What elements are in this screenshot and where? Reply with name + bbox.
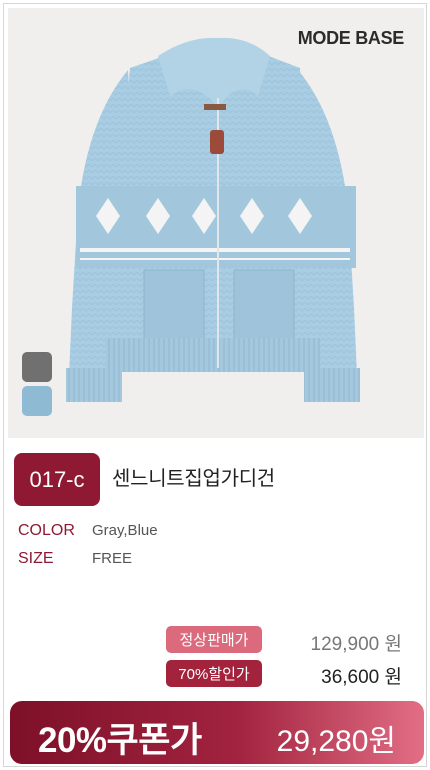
color-label: COLOR bbox=[18, 522, 75, 539]
coupon-price-banner[interactable]: 20%쿠폰가 29,280원 bbox=[10, 701, 424, 764]
size-label: SIZE bbox=[18, 550, 54, 567]
product-image[interactable]: MODE BASE bbox=[8, 8, 424, 438]
product-code-badge: 017-c bbox=[14, 453, 100, 506]
swatch-gray[interactable] bbox=[22, 352, 52, 382]
coupon-price: 29,280원 bbox=[276, 725, 396, 758]
color-value: Gray,Blue bbox=[92, 522, 158, 539]
product-card[interactable]: MODE BASE 017-c 센느니트집업가디건 COLOR Gray,Blu… bbox=[3, 3, 427, 767]
size-value: FREE bbox=[92, 550, 133, 567]
sale-price-label: 70%할인가 bbox=[166, 660, 262, 687]
normal-price-label: 정상판매가 bbox=[166, 626, 262, 653]
brand-logo: MODE BASE bbox=[297, 28, 405, 48]
coupon-label: 20%쿠폰가 bbox=[38, 721, 202, 760]
normal-price: 129,900 원 bbox=[310, 634, 402, 655]
sale-price: 36,600 원 bbox=[321, 667, 402, 688]
product-title[interactable]: 센느니트집업가디건 bbox=[112, 462, 275, 491]
swatch-blue[interactable] bbox=[22, 386, 52, 416]
cardigan-illustration bbox=[66, 37, 360, 402]
